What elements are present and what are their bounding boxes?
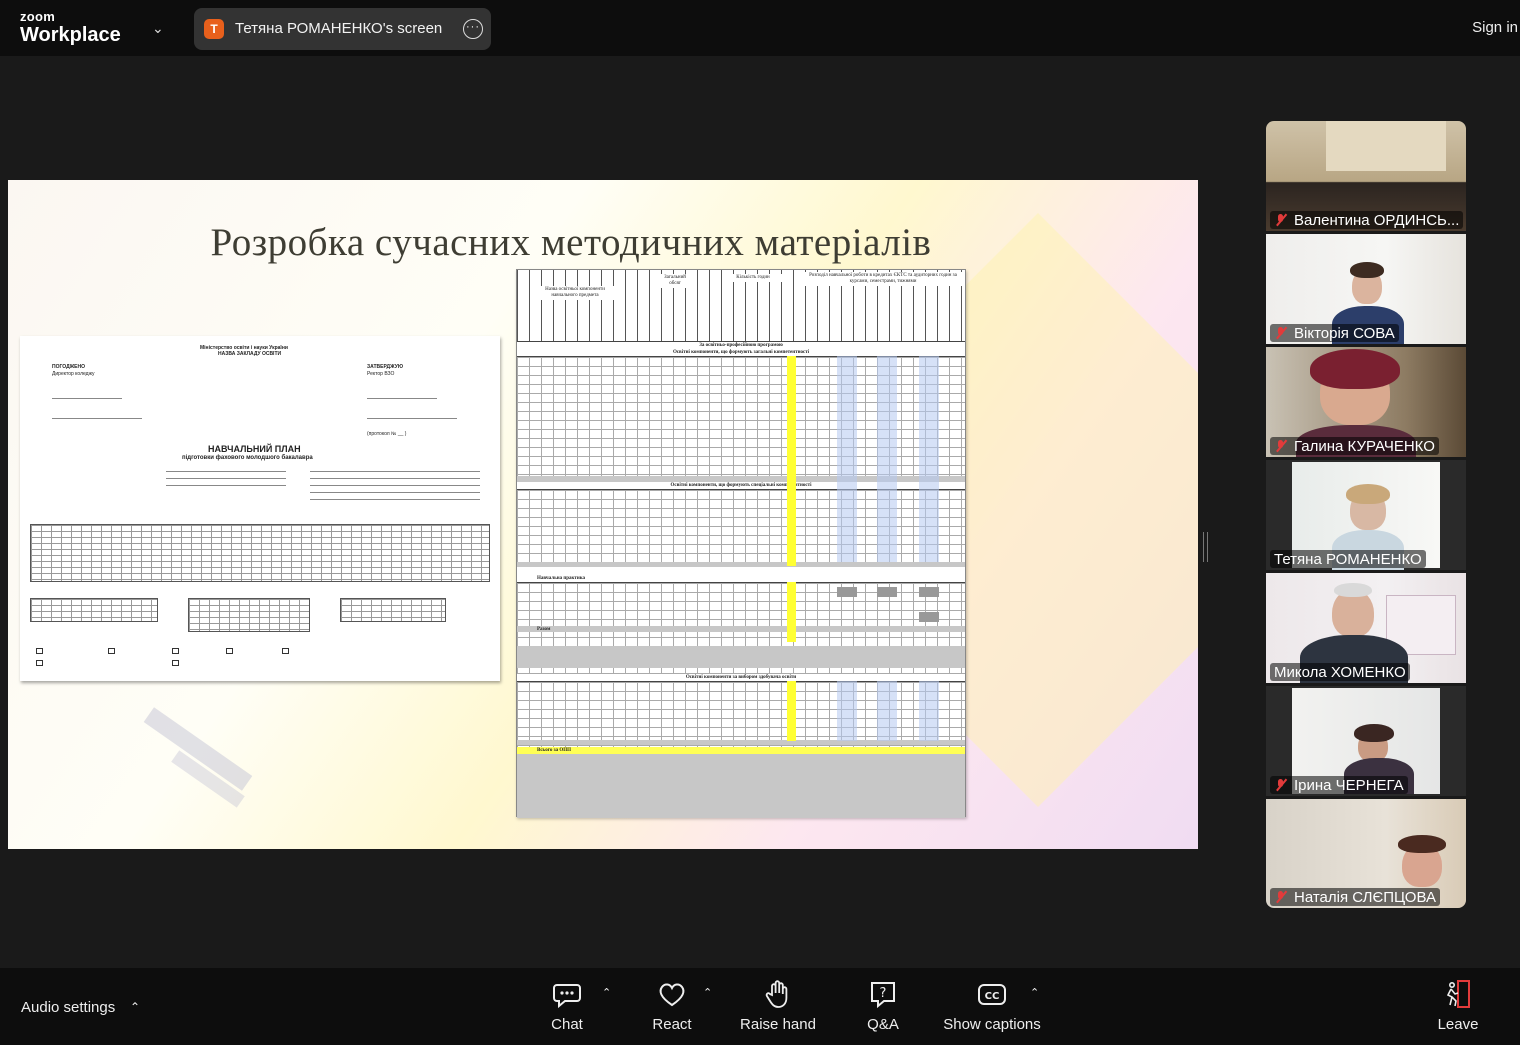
participant-tile[interactable]: Галина КУРАЧЕНКО bbox=[1266, 347, 1466, 457]
participant-tile[interactable]: Вікторія СОВА bbox=[1266, 234, 1466, 344]
participant-name: Микола ХОМЕНКО bbox=[1274, 663, 1406, 681]
logo-line1: zoom bbox=[20, 9, 56, 24]
total-row: Разом bbox=[537, 627, 551, 632]
curriculum-document: Міністерство освіти і науки України НАЗВ… bbox=[20, 336, 500, 681]
doc-rector: Ректор ВЗО bbox=[367, 371, 395, 377]
participant-name: Наталія СЛЄПЦОВА bbox=[1294, 888, 1436, 906]
resize-handle[interactable] bbox=[1203, 532, 1208, 562]
mic-muted-icon bbox=[1274, 326, 1288, 340]
exam-table bbox=[340, 598, 446, 622]
section-special: Освітні компоненти, що формують спеціаль… bbox=[517, 482, 965, 489]
section-program: За освітньо-професійною програмою bbox=[517, 342, 965, 349]
section-elective: Освітні компоненти за вибором здобувача … bbox=[517, 674, 965, 681]
leave-icon bbox=[1442, 978, 1474, 1010]
chevron-up-icon[interactable]: ⌃ bbox=[703, 986, 712, 999]
audio-settings-button[interactable]: Audio settings bbox=[21, 999, 115, 1016]
captions-icon: CC bbox=[976, 978, 1008, 1010]
col-distribution-header: Розподіл навчальної роботи в кредитах ЄК… bbox=[803, 272, 963, 286]
total-opp-row: Всього за ОПП bbox=[537, 748, 572, 753]
attestation-table bbox=[188, 598, 310, 632]
doc-agreed: ПОГОДЖЕНО bbox=[52, 364, 85, 370]
curriculum-spreadsheet: Назва освітньої компоненти навчального п… bbox=[516, 269, 966, 818]
share-label: Тетяна РОМАНЕНКО's screen bbox=[235, 20, 443, 37]
doc-institution: НАЗВА ЗАКЛАДУ ОСВІТИ bbox=[218, 351, 282, 357]
mic-muted-icon bbox=[1274, 439, 1288, 453]
schedule-grid bbox=[30, 524, 490, 582]
doc-protocol: (протокол № __ ) bbox=[367, 431, 407, 437]
practice-table bbox=[30, 598, 158, 622]
react-button[interactable]: React bbox=[650, 978, 694, 1033]
chevron-down-icon[interactable]: ⌄ bbox=[152, 20, 164, 37]
chevron-up-icon[interactable]: ⌃ bbox=[130, 1000, 140, 1014]
svg-text:?: ? bbox=[880, 986, 887, 1001]
zoom-logo: zoom Workplace bbox=[20, 10, 121, 45]
top-bar: zoom Workplace ⌄ T Тетяна РОМАНЕНКО's sc… bbox=[0, 0, 1520, 56]
mic-muted-icon bbox=[1274, 213, 1288, 227]
chat-button[interactable]: Chat bbox=[545, 978, 589, 1033]
hand-icon bbox=[762, 978, 794, 1010]
col-name-header: Назва освітньої компоненти навчального п… bbox=[535, 286, 615, 300]
react-label: React bbox=[652, 1016, 692, 1033]
mic-muted-icon bbox=[1274, 890, 1288, 904]
chevron-up-icon[interactable]: ⌃ bbox=[602, 986, 611, 999]
screen-share-indicator[interactable]: T Тетяна РОМАНЕНКО's screen ··· bbox=[194, 8, 491, 50]
doc-approve: ЗАТВЕРДЖУЮ bbox=[367, 364, 403, 370]
chat-label: Chat bbox=[551, 1016, 583, 1033]
raise-hand-button[interactable]: Raise hand bbox=[740, 978, 816, 1033]
heart-icon bbox=[656, 978, 688, 1010]
section-general: Освітні компоненти, що формують загальні… bbox=[517, 349, 965, 356]
section-practice: Навчальна практика bbox=[517, 575, 965, 582]
col-hours-header: Кількість годин bbox=[723, 274, 783, 282]
leave-button[interactable]: Leave bbox=[1436, 978, 1480, 1033]
doc-director: Директор коледжу bbox=[52, 371, 95, 377]
chat-icon bbox=[551, 978, 583, 1010]
participant-name: Вікторія СОВА bbox=[1294, 324, 1395, 342]
sign-in-link[interactable]: Sign in bbox=[1472, 19, 1518, 36]
mic-muted-icon bbox=[1274, 778, 1288, 792]
more-options-icon[interactable]: ··· bbox=[463, 19, 483, 39]
doc-plan-title: НАВЧАЛЬНИЙ ПЛАН bbox=[208, 444, 301, 454]
qa-label: Q&A bbox=[867, 1016, 899, 1033]
logo-line2: Workplace bbox=[20, 24, 121, 46]
participant-name: Галина КУРАЧЕНКО bbox=[1294, 437, 1435, 455]
chevron-up-icon[interactable]: ⌃ bbox=[1030, 986, 1039, 999]
col-credits-header: Загальний обсяг bbox=[657, 274, 693, 288]
participant-name: Валентина ОРДИНСЬ... bbox=[1294, 211, 1460, 229]
leave-label: Leave bbox=[1437, 1016, 1479, 1033]
doc-plan-subtitle: підготовки фахового молодшого бакалавра bbox=[182, 455, 313, 461]
meeting-toolbar: Audio settings ⌃ Chat ⌃ React ⌃ Raise ha… bbox=[0, 968, 1520, 1045]
qa-button[interactable]: ? Q&A bbox=[862, 978, 904, 1033]
show-captions-button[interactable]: CC Show captions bbox=[942, 978, 1042, 1033]
raise-hand-label: Raise hand bbox=[740, 1016, 816, 1033]
participant-tile[interactable]: Микола ХОМЕНКО bbox=[1266, 573, 1466, 683]
sharer-avatar: T bbox=[204, 19, 224, 39]
qa-icon: ? bbox=[867, 978, 899, 1010]
participant-tile[interactable]: Наталія СЛЄПЦОВА bbox=[1266, 799, 1466, 908]
participant-tile[interactable]: Ірина ЧЕРНЕГА bbox=[1266, 686, 1466, 796]
participant-name: Ірина ЧЕРНЕГА bbox=[1294, 776, 1404, 794]
slide-title: Розробка сучасних методичних матеріалів bbox=[210, 221, 932, 264]
show-captions-label: Show captions bbox=[943, 1016, 1041, 1033]
participant-name: Тетяна РОМАНЕНКО bbox=[1274, 550, 1422, 568]
svg-text:CC: CC bbox=[985, 991, 1000, 1002]
participant-tile[interactable]: Валентина ОРДИНСЬ... bbox=[1266, 121, 1466, 231]
participant-tile-active-speaker[interactable]: Тетяна РОМАНЕНКО bbox=[1266, 460, 1466, 570]
shared-screen: Розробка сучасних методичних матеріалів … bbox=[8, 180, 1198, 849]
